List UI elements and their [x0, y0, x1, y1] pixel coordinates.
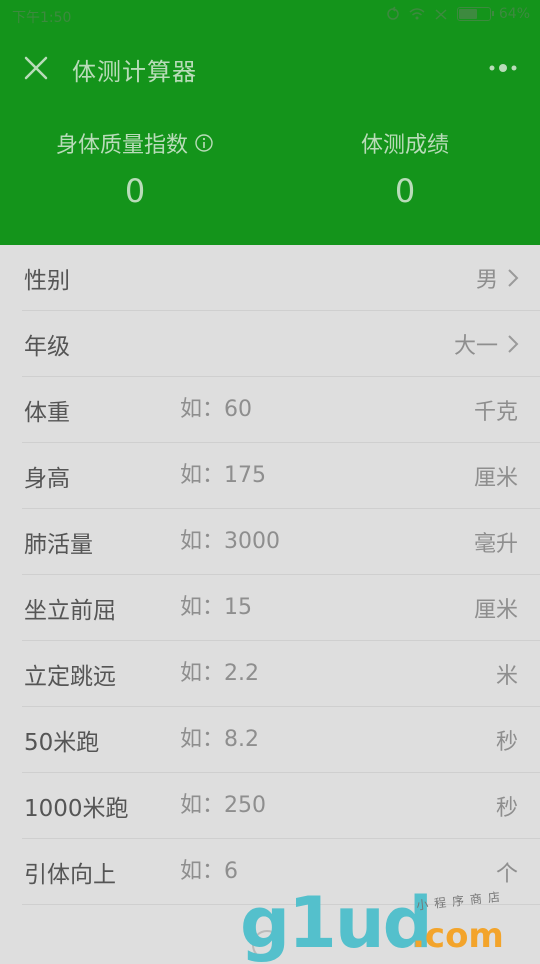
sit-reach-unit: 厘米 — [473, 598, 518, 623]
battery-fill — [458, 9, 477, 19]
status-bar: 下午1:50 64% — [0, 0, 540, 32]
run-50-row: 50米跑 秒 — [22, 707, 540, 773]
grade-label: 年级 — [24, 334, 70, 360]
gender-label: 性别 — [24, 268, 70, 294]
page-title: 体测计算器 — [72, 58, 197, 86]
height-row: 身高 厘米 — [22, 443, 540, 509]
run-50-input[interactable] — [180, 717, 440, 761]
pullup-unit: 个 — [495, 862, 518, 887]
weight-unit: 千克 — [473, 400, 518, 425]
sync-icon — [387, 6, 399, 20]
bmi-value: 0 — [124, 172, 146, 210]
weight-label: 体重 — [24, 400, 70, 426]
score-value: 0 — [394, 172, 416, 210]
lung-label: 肺活量 — [24, 532, 93, 558]
nav-bar: 体测计算器 — [0, 40, 540, 96]
height-unit: 厘米 — [473, 466, 518, 491]
status-icons: 64% — [385, 6, 530, 22]
header: 下午1:50 64% 体测计算器 身体质量指数 0 体测成绩 0 — [0, 0, 540, 245]
bmi-label-row: 身体质量指数 — [0, 126, 270, 160]
lung-row: 肺活量 毫升 — [22, 509, 540, 575]
close-icon[interactable] — [22, 54, 50, 82]
form-list: 性别 男 年级 大一 体重 千克 身高 厘米 肺活量 毫升 坐立前屈 厘米 立定… — [0, 245, 540, 905]
run-50-unit: 秒 — [495, 730, 518, 755]
height-input[interactable] — [180, 453, 440, 497]
watermark-logo: g1ud — [240, 882, 433, 964]
status-time: 下午1:50 — [12, 10, 72, 26]
bmi-stat: 身体质量指数 0 — [0, 126, 270, 210]
long-jump-label: 立定跳远 — [24, 664, 116, 690]
height-label: 身高 — [24, 466, 70, 492]
watermark-domain: .com — [412, 916, 504, 956]
chevron-right-icon — [508, 335, 519, 353]
score-stat: 体测成绩 0 — [270, 126, 540, 210]
long-jump-row: 立定跳远 米 — [22, 641, 540, 707]
watermark: g1ud 小程序商店 .com — [240, 886, 530, 960]
wifi-icon — [409, 8, 425, 20]
lung-unit: 毫升 — [473, 532, 518, 557]
run-1000-unit: 秒 — [495, 796, 518, 821]
sit-reach-input[interactable] — [180, 585, 440, 629]
pullup-label: 引体向上 — [24, 862, 116, 888]
run-1000-input[interactable] — [180, 783, 440, 827]
signal-off-icon — [435, 9, 447, 20]
battery-tip — [491, 11, 494, 16]
grade-row[interactable]: 年级 大一 — [22, 311, 540, 377]
battery-icon — [456, 7, 494, 21]
gender-value: 男 — [475, 268, 498, 293]
long-jump-input[interactable] — [180, 651, 440, 695]
grade-value: 大一 — [453, 334, 498, 359]
sit-reach-row: 坐立前屈 厘米 — [22, 575, 540, 641]
battery-percent: 64% — [498, 6, 530, 22]
run-1000-row: 1000米跑 秒 — [22, 773, 540, 839]
chevron-right-icon — [508, 269, 519, 287]
score-label-row: 体测成绩 — [270, 126, 540, 160]
sit-reach-label: 坐立前屈 — [24, 598, 116, 624]
run-50-label: 50米跑 — [24, 730, 100, 756]
lung-input[interactable] — [180, 519, 440, 563]
more-icon[interactable] — [486, 58, 520, 78]
info-icon[interactable] — [194, 133, 214, 153]
score-label: 体测成绩 — [360, 133, 449, 158]
gender-row[interactable]: 性别 男 — [22, 245, 540, 311]
long-jump-unit: 米 — [495, 664, 518, 689]
bmi-label: 身体质量指数 — [55, 133, 188, 158]
weight-row: 体重 千克 — [22, 377, 540, 443]
weight-input[interactable] — [180, 387, 440, 431]
run-1000-label: 1000米跑 — [24, 796, 129, 822]
